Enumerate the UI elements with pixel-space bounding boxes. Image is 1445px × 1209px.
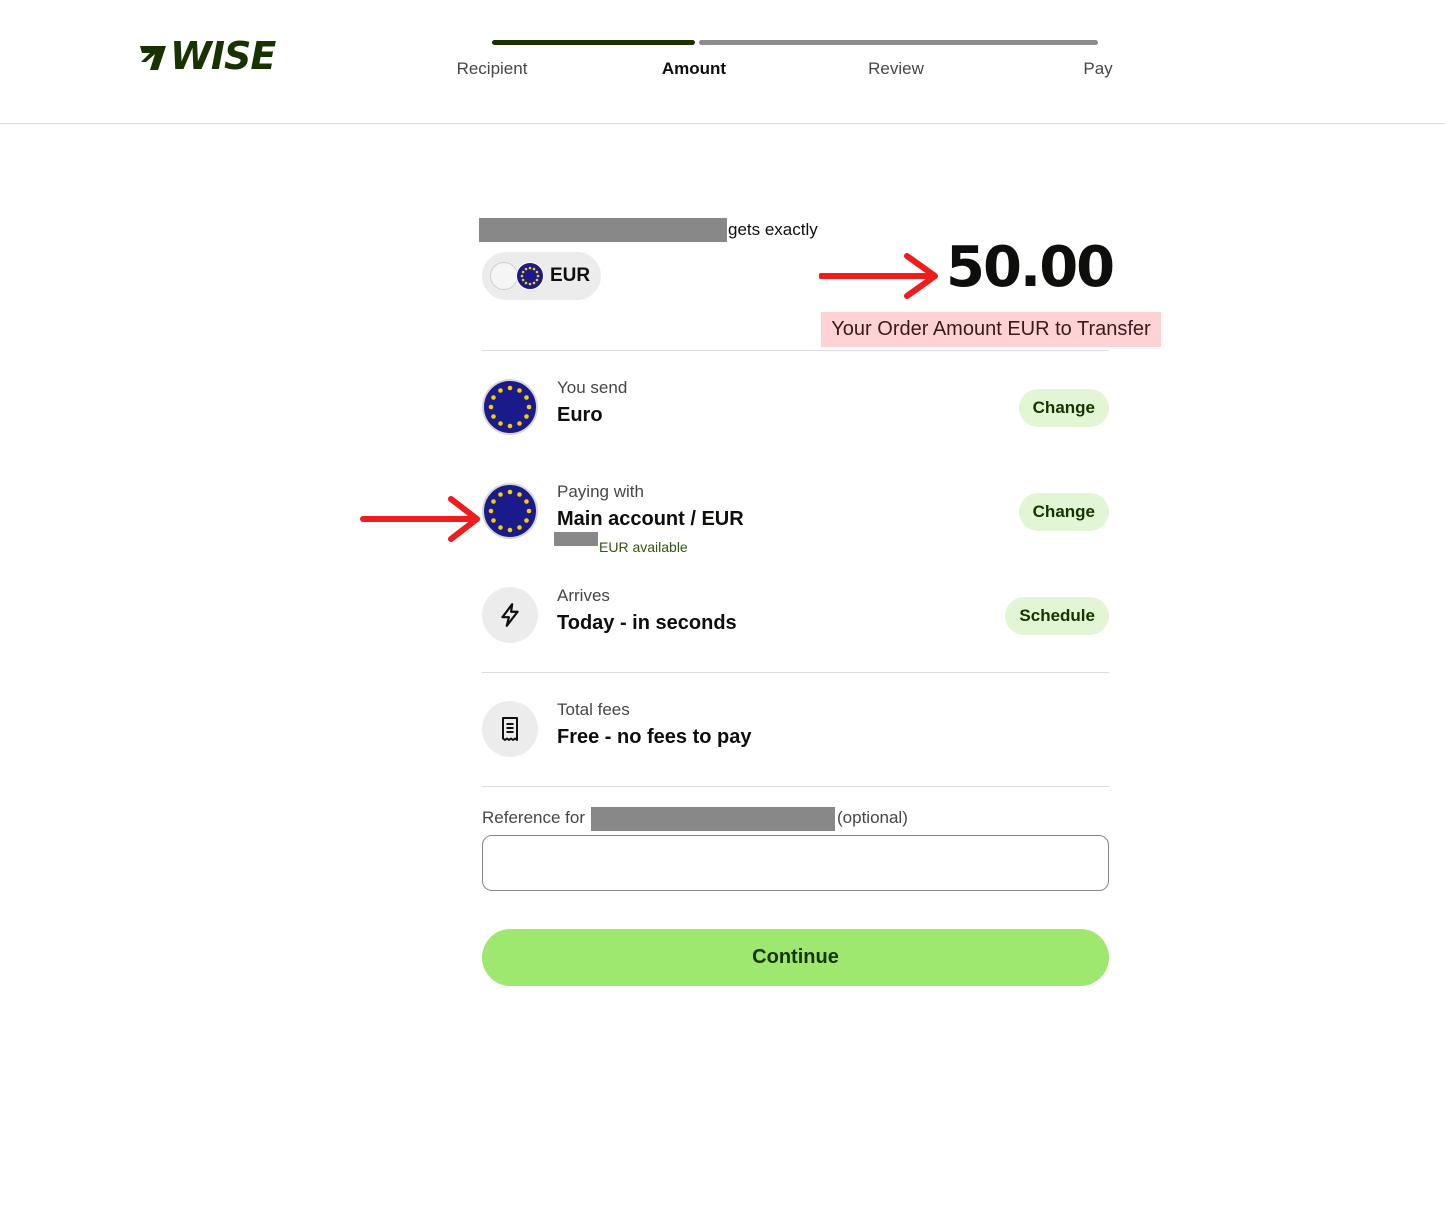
paying-with-value: Main account / EUR — [557, 508, 744, 530]
currency-selector[interactable]: EUR — [482, 252, 601, 300]
redacted-balance — [554, 532, 598, 546]
divider — [482, 672, 1109, 673]
logo-wordmark: WISE — [170, 34, 276, 78]
you-send-value: Euro — [557, 404, 603, 426]
change-account-button[interactable]: Change — [1018, 493, 1109, 531]
previous-currency-flag-icon — [490, 262, 518, 290]
change-send-currency-button[interactable]: Change — [1018, 389, 1109, 427]
wise-logo[interactable]: WISE — [138, 34, 276, 78]
arrives-value: Today - in seconds — [557, 612, 737, 634]
eu-flag-icon — [516, 262, 544, 290]
you-send-label: You send — [557, 378, 628, 397]
step-amount: Amount — [661, 59, 727, 78]
progress-bar-complete — [492, 40, 695, 45]
total-fees-row: Total fees Free - no fees to pay — [482, 695, 1109, 765]
step-review: Review — [868, 59, 924, 78]
paying-with-label: Paying with — [557, 482, 644, 501]
eu-flag-icon — [482, 483, 538, 539]
step-pay: Pay — [1083, 59, 1113, 78]
progress-bar-remaining — [699, 40, 1098, 45]
reference-input[interactable] — [482, 835, 1109, 891]
continue-button[interactable]: Continue — [482, 929, 1109, 986]
reference-optional-label: (optional) — [837, 808, 908, 827]
wise-flag-icon — [140, 46, 166, 70]
redacted-recipient-name — [479, 218, 727, 242]
gets-exactly-label: gets exactly — [728, 220, 818, 239]
eu-flag-icon — [482, 379, 538, 435]
annotation-label: Your Order Amount EUR to Transfer — [821, 312, 1161, 347]
total-fees-label: Total fees — [557, 700, 630, 719]
currency-code: EUR — [550, 265, 591, 286]
total-fees-value: Free - no fees to pay — [557, 726, 752, 748]
you-send-row: You send Euro Change — [482, 373, 1109, 443]
arrives-row: Arrives Today - in seconds Schedule — [482, 581, 1109, 651]
paying-with-row: Paying with Main account / EUR EUR avail… — [482, 477, 1109, 557]
receipt-icon — [482, 701, 538, 757]
schedule-button[interactable]: Schedule — [1005, 597, 1109, 635]
top-header: WISE Recipient Amount Review Pay — [0, 0, 1445, 124]
divider — [482, 350, 1109, 351]
arrives-label: Arrives — [557, 586, 610, 605]
recipient-amount[interactable]: 50.00 — [946, 240, 1115, 296]
divider — [482, 786, 1109, 787]
annotation-arrow-amount-icon — [819, 253, 938, 299]
progress-stepper: Recipient Amount Review Pay — [430, 38, 1130, 88]
redacted-reference-recipient — [591, 807, 835, 831]
available-balance-label: EUR available — [599, 539, 688, 555]
reference-label: Reference for — [482, 808, 585, 827]
lightning-icon — [482, 587, 538, 643]
annotation-arrow-account-icon — [360, 496, 480, 542]
step-recipient[interactable]: Recipient — [457, 59, 528, 79]
